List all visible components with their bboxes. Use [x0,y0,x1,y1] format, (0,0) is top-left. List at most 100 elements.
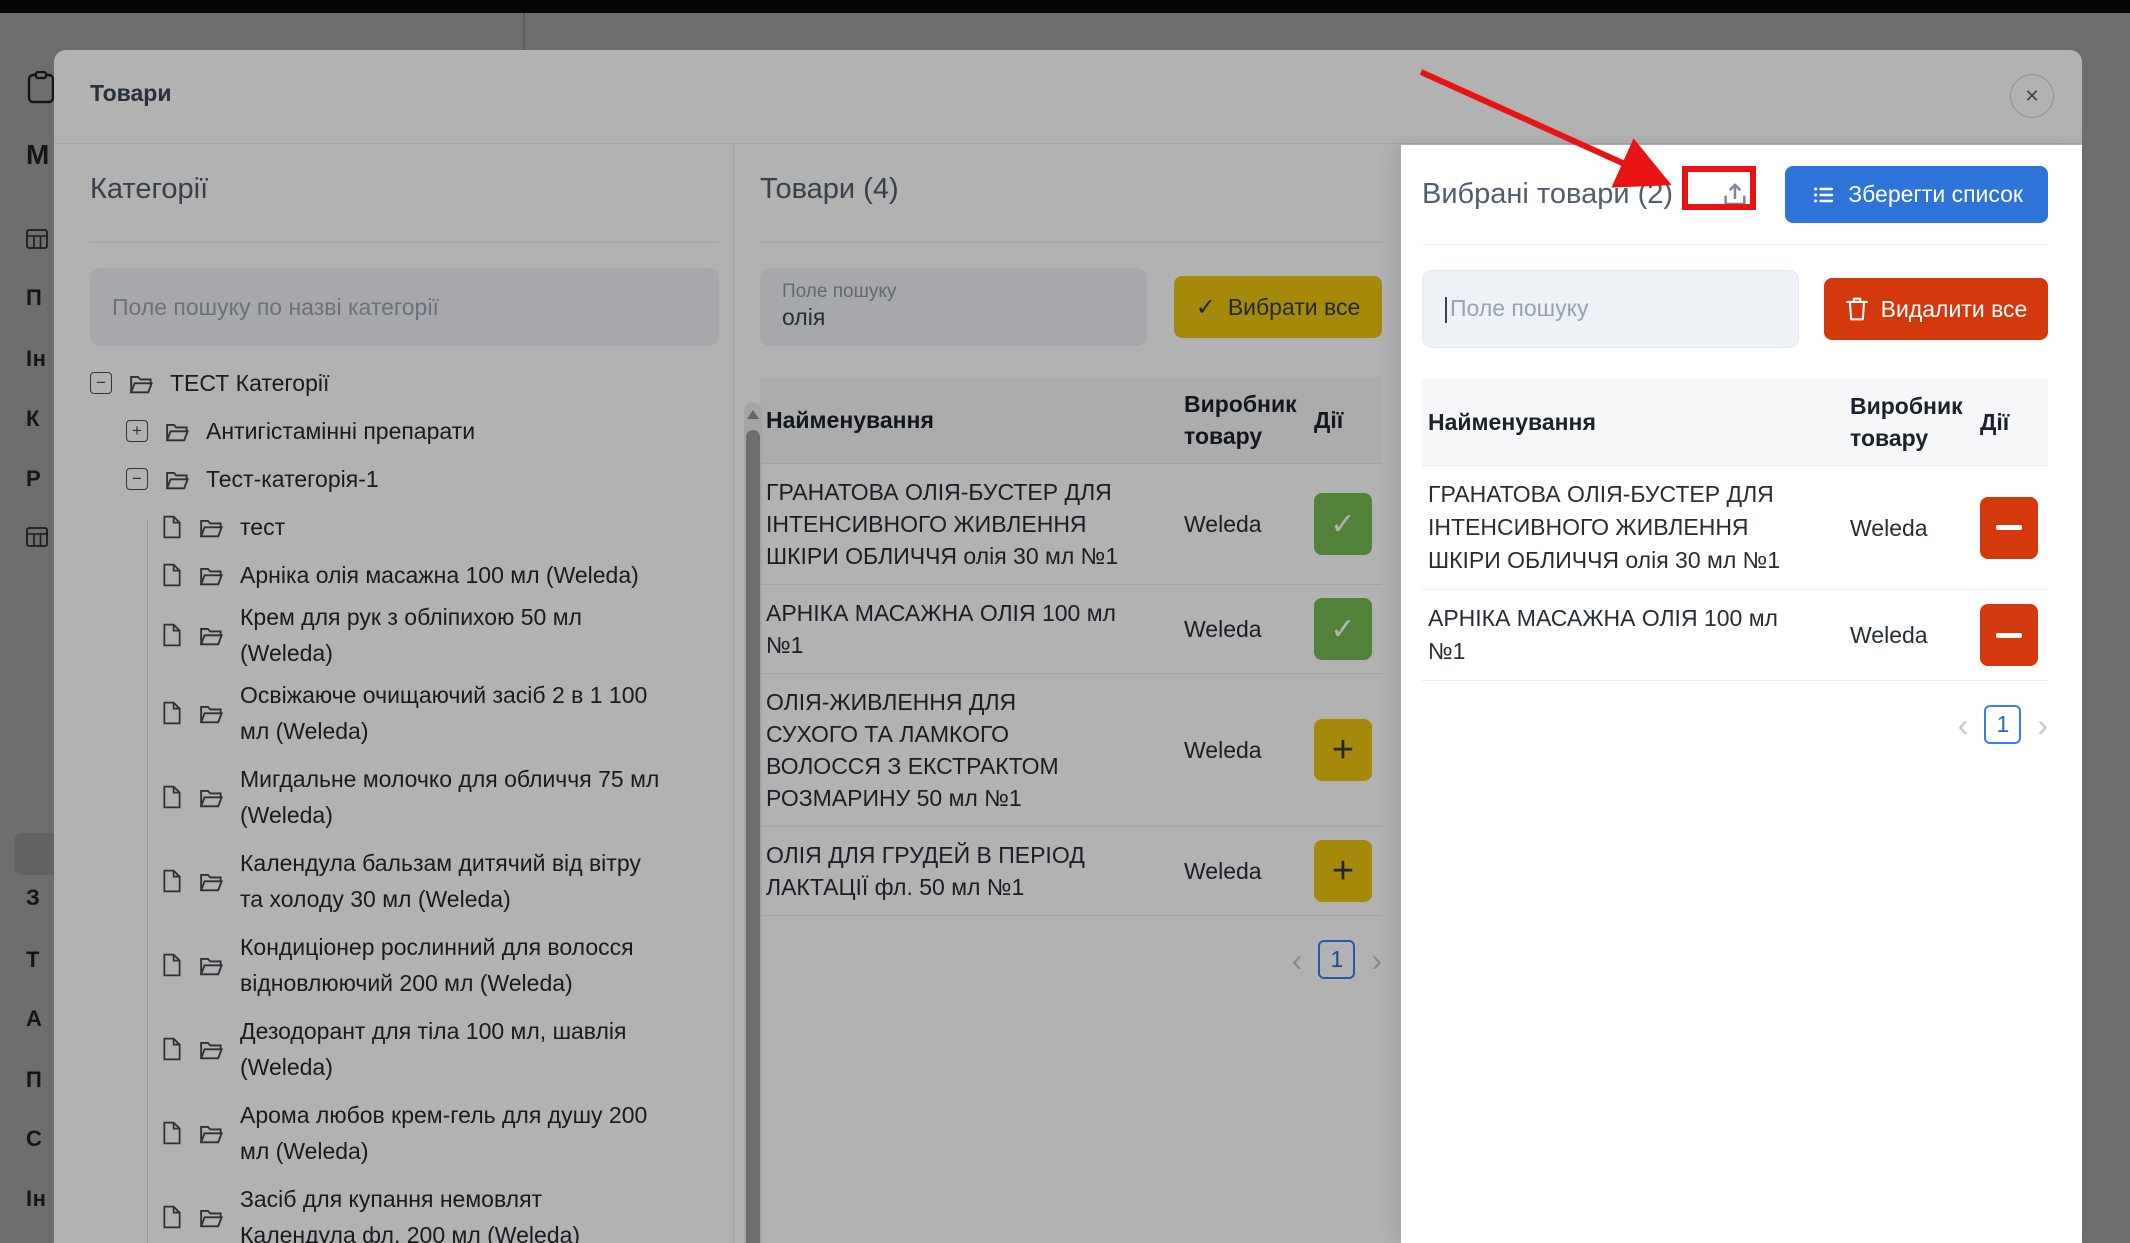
tree-leaf[interactable]: Засіб для купання немовлят Календула фл.… [90,1175,719,1243]
page-number[interactable]: 1 [1318,940,1355,979]
product-maker: Weleda [1178,674,1308,827]
tree-leaf[interactable]: Арніка олія масажна 100 мл (Weleda) [90,551,719,599]
document-icon [162,1121,182,1145]
tree-node-label: ТЕСТ Категорії [170,365,329,401]
tree-node-label: Антигістамінні препарати [206,413,475,449]
chevron-right-icon[interactable]: › [2037,709,2048,741]
product-search-label: Поле пошуку [782,281,1125,304]
selected-panel: Вибрані товари (2) Зберегти список [1401,145,2082,1243]
tree-leaf[interactable]: Крем для рук з обліпихою 50 мл (Weleda) [90,599,719,671]
products-panel: Товари (4) Поле пошуку олія ✓ Вибрати вс… [760,143,1382,979]
product-row: ГРАНАТОВА ОЛІЯ-БУСТЕР ДЛЯ ІНТЕНСИВНОГО Ж… [760,464,1382,585]
category-tree: − ТЕСТ Категорії + Антигістамінні препар… [90,359,719,1243]
tree-leaf-label: Дезодорант для тіла 100 мл, шавлія (Wele… [240,1013,660,1085]
tree-leaf[interactable]: Дезодорант для тіла 100 мл, шавлія (Wele… [90,1007,719,1091]
document-icon [162,785,182,809]
tree-leaf[interactable]: Освіжаюче очищаючий засіб 2 в 1 100 мл (… [90,671,719,755]
product-maker: Weleda [1178,827,1308,916]
folder-icon [198,870,224,893]
save-list-label: Зберегти список [1848,181,2023,208]
select-all-button[interactable]: ✓ Вибрати все [1174,276,1382,338]
selected-pagination: ‹ 1 › [1422,705,2048,744]
tree-leaf[interactable]: Арома любов крем-гель для душу 200 мл (W… [90,1091,719,1175]
column-header-name: Найменування [760,377,1178,464]
selected-row: ГРАНАТОВА ОЛІЯ-БУСТЕР ДЛЯ ІНТЕНСИВНОГО Ж… [1422,466,2048,590]
chevron-left-icon[interactable]: ‹ [1958,709,1969,741]
page-number[interactable]: 1 [1984,705,2021,744]
close-button[interactable]: ✕ [2010,74,2054,118]
document-icon [162,869,182,893]
remove-button[interactable] [1980,497,2038,559]
check-icon: ✓ [1196,293,1216,322]
product-row: ОЛІЯ-ЖИВЛЕННЯ ДЛЯ СУХОГО ТА ЛАМКОГО ВОЛО… [760,674,1382,827]
categories-panel: Категорії Поле пошуку по назві категорії… [90,143,719,1243]
remove-button[interactable] [1980,604,2038,666]
scroll-up-icon[interactable] [747,410,759,419]
tree-leaf[interactable]: Кондиціонер рослинний для волосся віднов… [90,923,719,1007]
chevron-right-icon[interactable]: › [1371,944,1382,976]
categories-heading: Категорії [90,175,719,204]
selected-table: Найменування Виробник товару Дії ГРАНАТО… [1422,379,2048,681]
tree-leaf-label: Арніка олія масажна 100 мл (Weleda) [240,557,639,593]
tree-scrollbar[interactable] [744,402,762,1243]
collapse-icon[interactable]: − [126,468,148,490]
scrollbar-thumb[interactable] [746,430,760,1243]
close-icon: ✕ [2024,86,2039,107]
tree-node[interactable]: − ТЕСТ Категорії [90,359,719,407]
tree-leaf-label: Календула бальзам дитячий від вітру та х… [240,845,660,917]
tree-leaf[interactable]: тест [90,503,719,551]
tree-leaf-label: Крем для рук з обліпихою 50 мл (Weleda) [240,599,660,671]
folder-icon [164,420,190,443]
product-maker: Weleda [1844,590,1974,681]
folder-icon [164,468,190,491]
added-button[interactable]: ✓ [1314,493,1372,555]
delete-all-button[interactable]: Видалити все [1824,278,2048,340]
document-icon [162,701,182,725]
product-name: ГРАНАТОВА ОЛІЯ-БУСТЕР ДЛЯ ІНТЕНСИВНОГО Ж… [1422,466,1844,590]
folder-icon [198,516,224,539]
trash-icon [1845,296,1869,322]
document-icon [162,1205,182,1229]
document-icon [162,953,182,977]
product-search-input[interactable]: Поле пошуку олія [760,268,1147,346]
products-modal: Товари ✕ Категорії Поле пошуку по назві … [54,50,2082,1243]
product-name: АРНІКА МАСАЖНА ОЛІЯ 100 мл №1 [760,585,1178,674]
tree-leaf[interactable]: Календула бальзам дитячий від вітру та х… [90,839,719,923]
category-search-input[interactable]: Поле пошуку по назві категорії [90,268,719,346]
selected-heading: Вибрані товари (2) [1422,178,1673,211]
save-list-button[interactable]: Зберегти список [1785,166,2048,223]
tree-leaf-label: Мигдальне молочко для обличчя 75 мл (Wel… [240,761,660,833]
minus-icon [1996,633,2022,638]
product-search-value: олія [782,303,1125,333]
tree-leaf-label: Освіжаюче очищаючий засіб 2 в 1 100 мл (… [240,677,660,749]
add-button[interactable]: + [1314,719,1372,781]
added-button[interactable]: ✓ [1314,598,1372,660]
folder-icon [198,702,224,725]
selected-search-input[interactable]: Поле пошуку [1422,270,1799,348]
tree-leaf-label: Арома любов крем-гель для душу 200 мл (W… [240,1097,660,1169]
modal-title: Товари [90,80,171,107]
tree-node[interactable]: + Антигістамінні препарати [90,407,719,455]
products-table: Найменування Виробник товару Дії ГРАНАТО… [760,377,1382,916]
tree-leaf[interactable]: Мигдальне молочко для обличчя 75 мл (Wel… [90,755,719,839]
column-header-maker: Виробник товару [1844,379,1974,466]
document-icon [162,623,182,647]
add-button[interactable]: + [1314,840,1372,902]
folder-icon [198,786,224,809]
chevron-left-icon[interactable]: ‹ [1292,944,1303,976]
minus-icon [1996,525,2022,530]
collapse-icon[interactable]: − [90,372,112,394]
document-icon [162,563,182,587]
check-icon: ✓ [1330,612,1355,647]
divider [90,242,719,243]
selected-search-placeholder: Поле пошуку [1450,295,1588,321]
tree-node[interactable]: − Тест-категорія-1 [90,455,719,503]
product-name: ОЛІЯ ДЛЯ ГРУДЕЙ В ПЕРІОД ЛАКТАЦІЇ фл. 50… [760,827,1178,916]
expand-icon[interactable]: + [126,420,148,442]
divider [760,242,1382,243]
product-name: АРНІКА МАСАЖНА ОЛІЯ 100 мл №1 [1422,590,1844,681]
folder-icon [198,1206,224,1229]
tree-leaf-label: Засіб для купання немовлят Календула фл.… [240,1181,660,1243]
folder-icon [198,1122,224,1145]
products-heading: Товари (4) [760,175,1382,204]
